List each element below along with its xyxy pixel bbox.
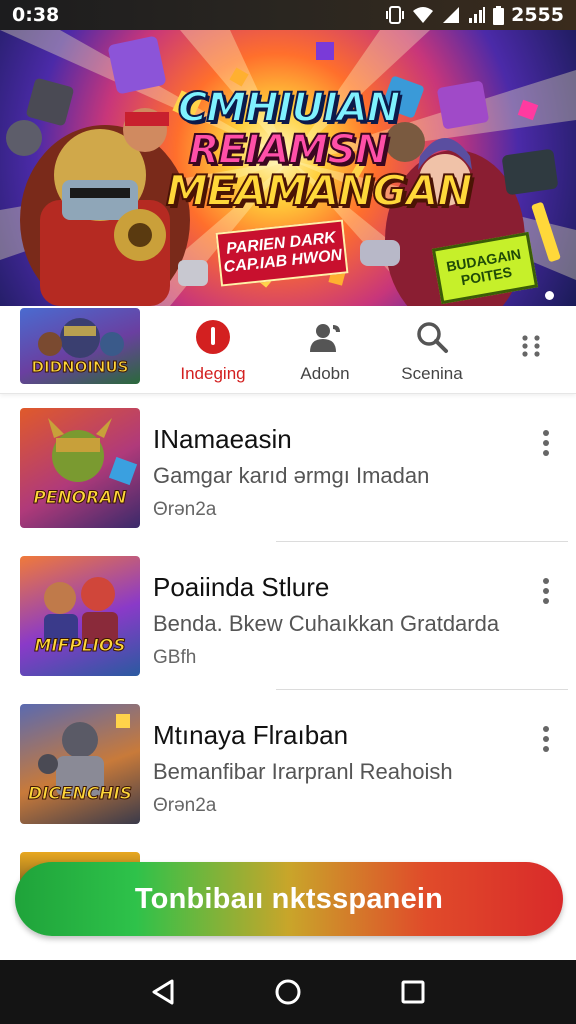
game-meta: Θrən2a	[153, 795, 217, 816]
list-item[interactable]: PENORAN INamaeasin Gamgar karıd ərmgı Im…	[0, 394, 576, 542]
tab-strip: DIDNOINUS Indeging Adobn Scenina	[0, 306, 576, 394]
thumbnail-caption: DIDNOINUS	[31, 358, 129, 377]
game-title: Poaiinda Stlure	[153, 572, 330, 602]
tab-search-label: Scenina	[401, 364, 463, 383]
kebab-menu-icon[interactable]	[534, 722, 558, 756]
banner-title-line2: REIAMSN	[187, 127, 389, 173]
carousel-dot[interactable]	[545, 291, 554, 300]
game-thumbnail: MIFPLIOS	[20, 556, 140, 676]
user-icon	[307, 318, 343, 356]
game-thumbnail: PENORAN	[20, 408, 140, 528]
battery-level: 2555	[511, 4, 564, 26]
game-thumbnail: DICENCHIS	[20, 704, 140, 824]
tab-indexing-label: Indeging	[180, 364, 246, 383]
status-bar: 0:38 2555	[0, 0, 576, 30]
game-title: INamaeasin	[153, 424, 292, 454]
thumbnail-art	[48, 418, 138, 486]
kebab-menu-icon[interactable]	[534, 426, 558, 460]
search-icon	[415, 318, 449, 356]
promo-banner[interactable]: CMHIUIAN REIAMSN MEAMANGAN PARIEN DARK C…	[0, 30, 576, 306]
tab-indexing[interactable]: Indeging	[158, 318, 268, 384]
tab-addon[interactable]: Adobn	[270, 318, 380, 384]
primary-action-button[interactable]: Tonbibaıı nktsspanein	[15, 862, 563, 936]
vibrate-icon	[385, 6, 405, 24]
thumbnail-caption: PENORAN	[33, 488, 127, 509]
thumbnail-art	[38, 714, 130, 796]
kebab-menu-icon[interactable]	[534, 574, 558, 608]
record-icon	[195, 318, 231, 356]
app-screen: 0:38 2555 CMHIUIAN REIAMSN MEAMANGAN PAR…	[0, 0, 576, 1024]
tab-search[interactable]: Scenina	[377, 318, 487, 384]
battery-icon	[493, 5, 505, 25]
tab-featured-thumbnail[interactable]: DIDNOINUS	[20, 308, 140, 384]
thumbnail-caption: DICENCHIS	[27, 784, 133, 805]
game-description: Benda. Bkew Cuhaıkkan Gratdarda	[153, 611, 500, 636]
home-icon[interactable]	[268, 972, 308, 1012]
recents-icon[interactable]	[393, 972, 433, 1012]
status-icons: 2555	[385, 4, 564, 26]
tab-addon-label: Adobn	[300, 364, 350, 383]
wifi-icon	[412, 6, 434, 24]
thumbnail-art	[44, 577, 118, 644]
status-time: 0:38	[12, 4, 60, 26]
signal-icon	[441, 6, 461, 24]
game-meta: GBfh	[153, 647, 197, 668]
game-description: Gamgar karıd ərmgı Imadan	[153, 463, 430, 488]
back-icon[interactable]	[143, 972, 183, 1012]
signal-bars-icon	[468, 6, 486, 24]
thumbnail-caption: MIFPLIOS	[34, 636, 126, 657]
list-item[interactable]: MIFPLIOS Poaiinda Stlure Benda. Bkew Cuh…	[0, 542, 576, 690]
game-title: Mtınaya Flraıban	[153, 720, 349, 750]
game-description: Bemanfibar Irarpranl Reahoish	[153, 759, 453, 784]
game-meta: Θrən2a	[153, 499, 217, 520]
more-options-icon[interactable]	[514, 328, 548, 362]
list-item[interactable]: DICENCHIS Mtınaya Flraıban Bemanfibar Ir…	[0, 690, 576, 838]
banner-title-line1: CMHIUIAN	[177, 85, 401, 131]
banner-title-line3: MEAMANGAN	[165, 166, 474, 215]
system-nav-bar	[0, 960, 576, 1024]
